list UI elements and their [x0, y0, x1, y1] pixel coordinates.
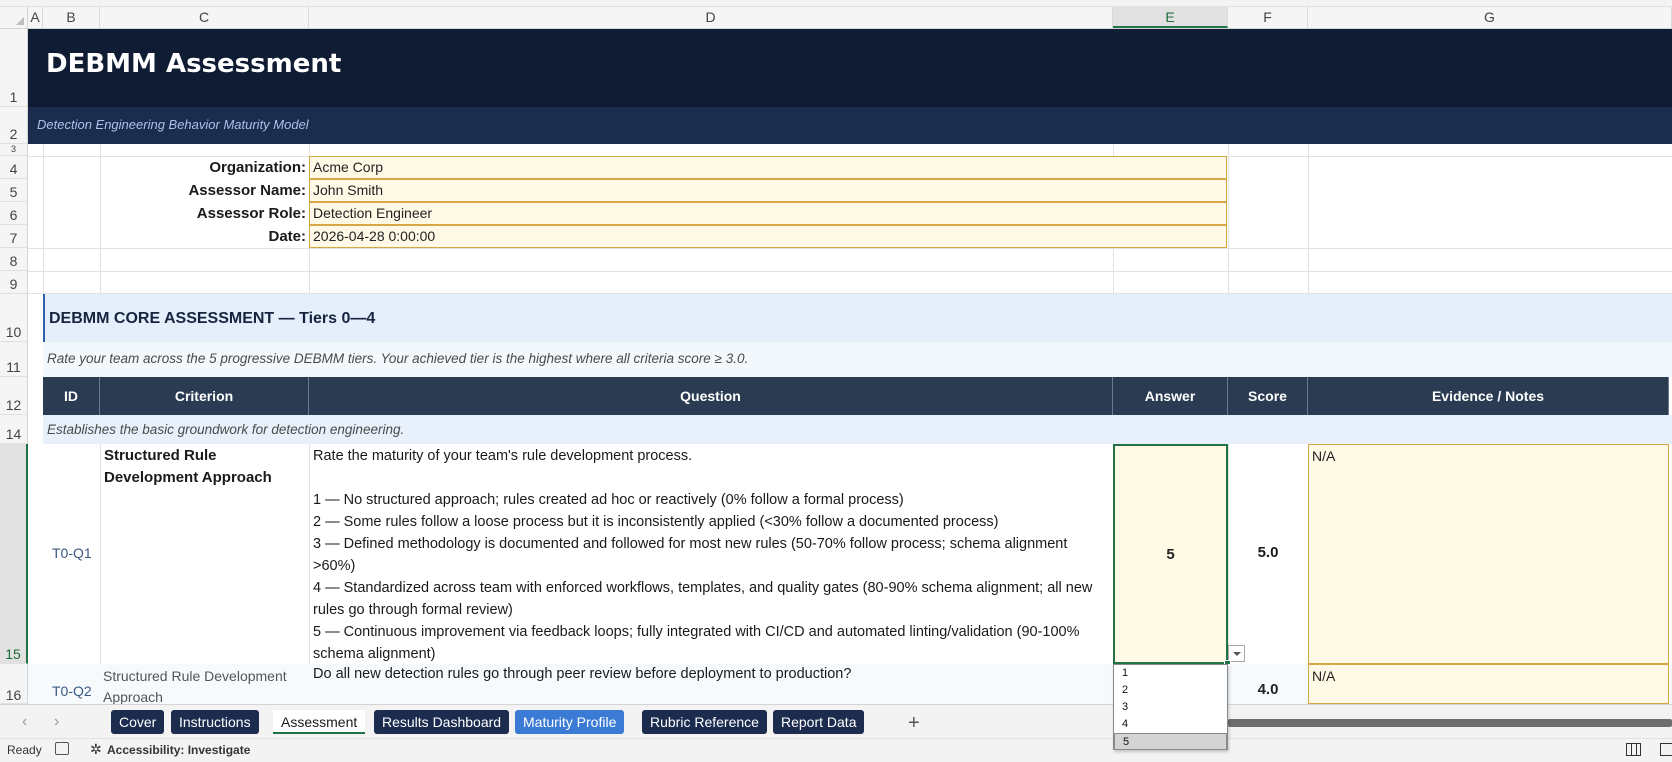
row-header-15[interactable]: 15 — [0, 444, 28, 664]
row-header-9[interactable]: 9 — [0, 271, 28, 294]
evidence-notes-cell[interactable]: N/A — [1308, 664, 1669, 704]
assessor-role-label: Assessor Role: — [196, 205, 306, 222]
answer-cell-selected[interactable]: 5 — [1113, 444, 1228, 664]
row-header-7[interactable]: 7 — [0, 225, 28, 248]
status-bar: Ready ✲ Accessibility: Investigate — [0, 738, 1672, 762]
tab-report-data[interactable]: Report Data — [773, 710, 865, 734]
question-text: Do all new detection rules go through pe… — [313, 666, 852, 682]
header-score: Score — [1228, 377, 1308, 415]
assessor-name-field[interactable]: John Smith — [309, 179, 1227, 202]
gridline — [28, 248, 1672, 249]
question-blank-line — [313, 467, 1113, 489]
scroll-tabs-left-icon[interactable]: ‹ — [22, 713, 27, 731]
date-field[interactable]: 2026-04-28 0:00:00 — [309, 225, 1227, 248]
normal-view-icon[interactable] — [1626, 743, 1641, 756]
rubric-level-1: 1 — No structured approach; rules create… — [313, 492, 904, 508]
dropdown-option-5[interactable]: 5 — [1114, 733, 1227, 750]
page-title: DEBMM Assessment — [46, 49, 342, 79]
column-header-bar: A B C D E F G — [0, 7, 1672, 29]
row-header-12[interactable]: 12 — [0, 377, 28, 415]
row-header-14[interactable]: 14 — [0, 415, 28, 444]
dropdown-option-1[interactable]: 1 — [1114, 665, 1227, 682]
gridline — [28, 271, 1672, 272]
question-id: T0-Q1 — [52, 545, 92, 561]
subtitle-banner: Detection Engineering Behavior Maturity … — [28, 107, 1672, 144]
tier-description-row: Establishes the basic groundwork for det… — [43, 415, 1672, 444]
column-header-c[interactable]: C — [100, 7, 309, 28]
tab-maturity-profile[interactable]: Maturity Profile — [515, 710, 625, 734]
answer-dropdown-list[interactable]: 1 2 3 4 5 — [1113, 664, 1228, 750]
accessibility-status[interactable]: Accessibility: Investigate — [107, 743, 250, 757]
row-header-4[interactable]: 4 — [0, 156, 28, 179]
evidence-notes-cell[interactable]: N/A — [1308, 444, 1669, 664]
assessor-name-label: Assessor Name: — [188, 182, 306, 199]
rubric-level-2: 2 — Some rules follow a loose process bu… — [313, 514, 999, 530]
question-criterion: Structured Rule Development Approach — [103, 668, 287, 705]
tier-description: Establishes the basic groundwork for det… — [47, 422, 405, 437]
dropdown-option-4[interactable]: 4 — [1114, 716, 1227, 733]
add-sheet-button[interactable]: + — [908, 712, 920, 735]
row-header-16[interactable]: 16 — [0, 664, 28, 704]
header-evidence: Evidence / Notes — [1308, 377, 1669, 415]
organization-label: Organization: — [209, 159, 306, 176]
rubric-level-3: 3 — Defined methodology is documented an… — [313, 536, 1068, 574]
row-header-1[interactable]: 1 — [0, 29, 28, 107]
question-id: T0-Q2 — [52, 683, 92, 699]
answer-value: 5 — [1166, 546, 1175, 563]
column-header-d[interactable]: D — [309, 7, 1113, 28]
row-header-3[interactable]: 3 — [0, 144, 28, 156]
column-header-a[interactable]: A — [28, 7, 43, 28]
date-label: Date: — [268, 228, 306, 245]
score-value: 5.0 — [1257, 544, 1279, 561]
assessor-role-field[interactable]: Detection Engineer — [309, 202, 1227, 225]
tab-cover[interactable]: Cover — [111, 710, 165, 734]
score-value: 4.0 — [1257, 681, 1279, 698]
accessibility-icon[interactable]: ✲ — [90, 741, 102, 758]
header-id: ID — [43, 377, 100, 415]
row-header-6[interactable]: 6 — [0, 202, 28, 225]
ribbon-edge — [0, 0, 1672, 7]
question-line: Rate the maturity of your team's rule de… — [313, 448, 693, 464]
column-header-g[interactable]: G — [1308, 7, 1672, 28]
question-criterion: Structured Rule Development Approach — [104, 447, 272, 486]
row-header-2[interactable]: 2 — [0, 107, 28, 144]
tab-rubric-reference[interactable]: Rubric Reference — [642, 710, 767, 734]
section-title: DEBMM CORE ASSESSMENT — Tiers 0—4 — [49, 310, 376, 327]
section-note: Rate your team across the 5 progressive … — [47, 351, 749, 366]
question-text: Rate the maturity of your team's rule de… — [313, 445, 1113, 665]
page-subtitle: Detection Engineering Behavior Maturity … — [37, 117, 309, 132]
page-layout-view-icon[interactable] — [1660, 743, 1672, 756]
column-header-f[interactable]: F — [1228, 7, 1308, 28]
rubric-level-5: 5 — Continuous improvement via feedback … — [313, 624, 1080, 662]
header-answer: Answer — [1113, 377, 1228, 415]
sheet-tab-bar: ‹ › Cover Instructions Assessment Result… — [0, 704, 1672, 738]
row-header-5[interactable]: 5 — [0, 179, 28, 202]
section-header: DEBMM CORE ASSESSMENT — Tiers 0—4 — [43, 294, 1672, 342]
header-criterion: Criterion — [100, 377, 309, 415]
title-banner: DEBMM Assessment — [28, 29, 1672, 107]
scroll-tabs-right-icon[interactable]: › — [54, 713, 59, 731]
header-question: Question — [309, 377, 1113, 415]
rubric-level-4: 4 — Standardized across team with enforc… — [313, 580, 1093, 618]
macro-recording-icon[interactable] — [55, 742, 69, 755]
horizontal-scrollbar[interactable] — [1228, 719, 1672, 727]
row-header-11[interactable]: 11 — [0, 342, 28, 377]
column-header-b[interactable]: B — [43, 7, 100, 28]
tab-assessment[interactable]: Assessment — [273, 710, 366, 734]
tab-instructions[interactable]: Instructions — [171, 710, 259, 734]
dropdown-option-2[interactable]: 2 — [1114, 682, 1227, 699]
dropdown-option-3[interactable]: 3 — [1114, 699, 1227, 716]
organization-field[interactable]: Acme Corp — [309, 156, 1227, 179]
section-note-row: Rate your team across the 5 progressive … — [43, 342, 1672, 377]
tab-results-dashboard[interactable]: Results Dashboard — [374, 710, 510, 734]
row-header-8[interactable]: 8 — [0, 248, 28, 271]
select-all-corner[interactable] — [0, 7, 28, 28]
row-header-10[interactable]: 10 — [0, 294, 28, 342]
status-ready: Ready — [7, 743, 42, 757]
column-header-e[interactable]: E — [1113, 7, 1228, 28]
